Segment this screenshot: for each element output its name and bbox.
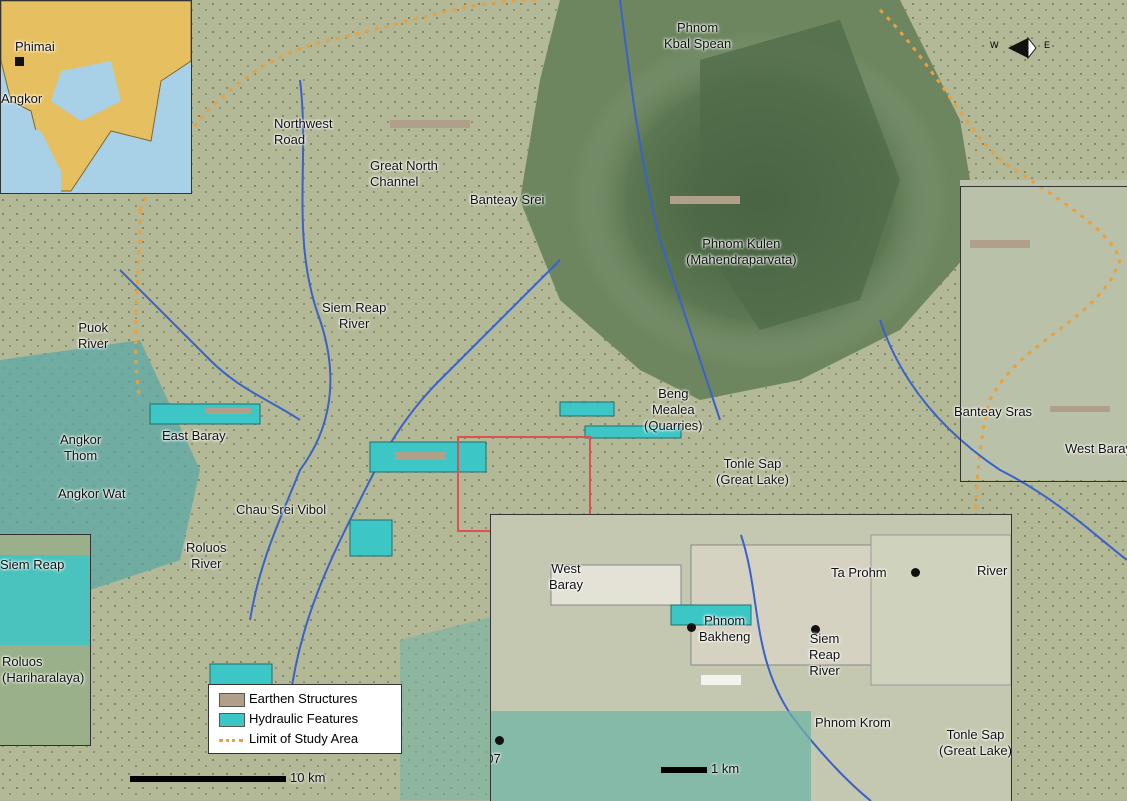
north-arrow-e: E — [1044, 40, 1050, 50]
label-phnom-kbal-spean: Phnom Kbal Spean — [664, 20, 731, 52]
label-angkor-wat: Angkor Wat — [58, 486, 125, 502]
ta-prohm-marker — [911, 568, 920, 577]
detail-lake — [491, 711, 811, 801]
inset-label-angkor: Angkor — [1, 91, 42, 107]
roluos-inset: Siem Reap — [0, 534, 91, 746]
detail-label-siem-reap-river: Siem Reap River — [809, 631, 840, 679]
detail-label-ta-prohm: Ta Prohm — [831, 565, 887, 581]
east-detail-inset: West Baray — [960, 186, 1127, 482]
map-figure: Phimai Angkor Phnom Kbal Spean Northwest… — [0, 0, 1127, 800]
north-arrow-icon: W E — [988, 30, 1056, 66]
legend-label-study-limit: Limit of Study Area — [249, 731, 358, 747]
label-banteay-srei: Banteay Srei — [470, 192, 544, 208]
regional-inset: Phimai Angkor — [0, 0, 192, 194]
phnom-bakheng-marker — [687, 623, 696, 632]
label-northwest-road: Northwest Road — [274, 116, 333, 148]
label-puok-river: Puok River — [78, 320, 108, 352]
detail-label-west-baray: West Baray — [549, 561, 583, 593]
legend-label-earthen: Earthen Structures — [249, 691, 357, 707]
baray-mid — [350, 520, 392, 556]
cp807-marker — [495, 736, 504, 745]
baray-beng — [560, 402, 614, 416]
phimai-marker — [15, 57, 24, 66]
north-arrow-w: W — [990, 40, 999, 50]
label-east-baray: East Baray — [162, 428, 226, 444]
label-chau-srei-vibol: Chau Srei Vibol — [236, 502, 326, 518]
legend-swatch-earthen — [219, 693, 245, 707]
main-scale-bar — [130, 776, 286, 782]
detail-roads — [701, 675, 741, 685]
label-beng-mealea: Beng Mealea (Quarries) — [644, 386, 703, 434]
detail-label-tonle-sap: Tonle Sap (Great Lake) — [939, 727, 1012, 759]
detail-east-block — [871, 535, 1011, 685]
detail-inset: West Baray Ta Prohm Phnom Bakheng Siem R… — [490, 514, 1012, 801]
detail-label-phnom-bakheng: Phnom Bakheng — [699, 613, 750, 645]
label-west-baray-partial: West Baray — [1065, 441, 1127, 457]
label-angkor-thom: Angkor Thom — [60, 432, 101, 464]
label-phnom-kulen: Phnom Kulen (Mahendraparvata) — [686, 236, 797, 268]
inset-label-phimai: Phimai — [15, 39, 55, 55]
label-tonle-sap: Tonle Sap (Great Lake) — [716, 456, 789, 488]
detail-label-phnom-krom: Phnom Krom — [815, 715, 891, 731]
main-scale-label: 10 km — [290, 770, 325, 785]
detail-label-river: River — [977, 563, 1007, 579]
label-great-north-channel: Great North Channel — [370, 158, 438, 190]
detail-label-cp807: CP807 — [490, 751, 501, 767]
label-roluos-river: Roluos River — [186, 540, 226, 572]
detail-scale-bar — [661, 767, 707, 773]
label-siem-reap-partial: Siem Reap — [0, 557, 64, 573]
map-legend: Earthen Structures Hydraulic Features Li… — [208, 684, 402, 754]
label-roluos: Roluos (Hariharalaya) — [2, 654, 84, 686]
legend-swatch-study-limit — [219, 739, 243, 742]
label-siem-reap-river: Siem Reap River — [322, 300, 386, 332]
legend-label-hydraulic: Hydraulic Features — [249, 711, 358, 727]
detail-inset-shapes — [491, 515, 1011, 801]
legend-swatch-hydraulic — [219, 713, 245, 727]
detail-scale-label: 1 km — [711, 761, 739, 776]
